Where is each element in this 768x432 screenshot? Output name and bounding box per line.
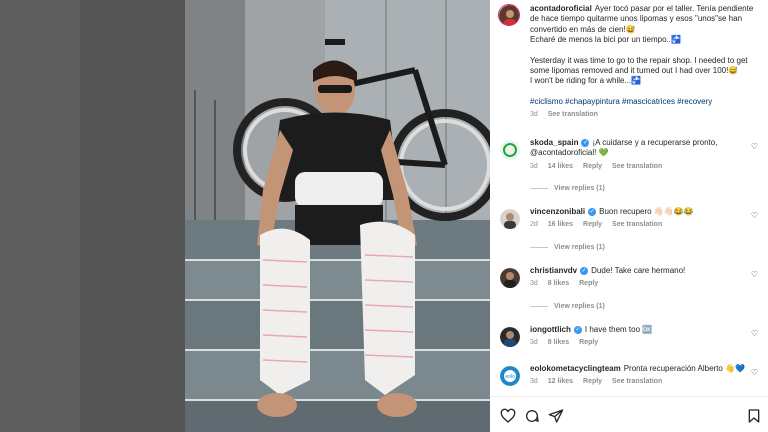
post-time: 3d [530,111,538,119]
backdrop-shadow [80,0,185,432]
replies-line [530,246,548,248]
verified-badge-icon: ✓ [580,266,589,275]
comment-likes[interactable]: 16 likes [548,221,573,228]
comment-likes[interactable]: 8 likes [548,339,569,346]
commenter-avatar[interactable] [500,209,520,229]
commenter-avatar[interactable]: eolo [500,366,520,386]
reply-button[interactable]: Reply [583,221,602,228]
comment-text: Buon recupero 👋🏻👋🏻😂😂 [599,207,694,216]
comment-text: I have them too 🆗 [584,325,653,334]
comment-username[interactable]: iongottlich [530,325,571,334]
see-translation-link[interactable]: See translation [548,111,598,118]
see-translation-link[interactable]: See translation [612,221,662,228]
comment-username[interactable]: vincenzonibali [530,207,585,216]
verified-badge-icon: ✓ [573,325,582,334]
caption-spanish-line2: Echaré de menos la bici por un tiempo..🚰 [530,35,681,45]
post-actions-bar [500,408,762,426]
comment-likes[interactable]: 12 likes [548,378,573,385]
share-icon[interactable] [548,408,564,424]
view-replies-button[interactable]: View replies (1) [530,303,605,310]
caption-english-line2: I won't be riding for a while...🚰 [530,76,642,86]
reply-button[interactable]: Reply [583,378,602,385]
view-replies-button[interactable]: View replies (1) [530,185,605,192]
verified-badge-icon: ✓ [581,138,590,147]
commenter-avatar[interactable] [500,268,520,288]
comment-username[interactable]: christianvdv [530,266,577,275]
see-translation-link[interactable]: See translation [612,163,662,170]
commenter-avatar[interactable] [500,327,520,347]
heart-icon[interactable] [500,408,516,424]
comment-time: 3d [530,280,538,288]
comment-likes[interactable]: 8 likes [548,280,569,287]
comment-heart-icon[interactable]: ♡ [751,368,758,377]
comment-time: 3d [530,339,538,347]
reply-button[interactable]: Reply [579,339,598,346]
view-replies-label: View replies (1) [554,185,605,192]
comment-likes[interactable]: 14 likes [548,163,573,170]
view-replies-label: View replies (1) [554,244,605,251]
author-username[interactable]: acontadoroficial [530,4,592,13]
reply-button[interactable]: Reply [583,163,602,170]
comment-username[interactable]: eolokometacyclingteam [530,364,621,373]
comment-heart-icon[interactable]: ♡ [751,211,758,220]
comments-panel: acontadoroficial Ayer tocó pasar por el t… [490,0,768,432]
commenter-avatar[interactable] [500,140,520,160]
verified-badge-icon: ✓ [588,207,597,216]
bookmark-icon[interactable] [746,408,762,424]
view-replies-label: View replies (1) [554,303,605,310]
caption-english: Yesterday it was time to go to the repai… [530,55,748,76]
photo-illustration [185,0,490,432]
view-replies-button[interactable]: View replies (1) [530,244,605,251]
comment-time: 3d [530,378,538,386]
see-translation-link[interactable]: See translation [612,378,662,385]
reply-button[interactable]: Reply [579,280,598,287]
comment-heart-icon[interactable]: ♡ [751,142,758,151]
actions-divider [490,396,768,397]
svg-text:eolo: eolo [505,374,515,380]
comment-heart-icon[interactable]: ♡ [751,329,758,338]
comment-icon[interactable] [524,408,540,424]
comment-username[interactable]: skoda_spain [530,138,578,147]
comment-text: Dude! Take care hermano! [591,266,686,275]
replies-line [530,187,548,189]
comment-heart-icon[interactable]: ♡ [751,270,758,279]
replies-line [530,305,548,307]
comment-text: Pronta recuperación Alberto 👋💙 [623,364,746,373]
comment-time: 3d [530,162,538,170]
author-avatar[interactable] [498,4,520,26]
caption-hashtags[interactable]: #ciclismo #chapaypintura #mascicatrices … [530,97,758,107]
post-photo[interactable] [185,0,490,432]
comment-time: 2d [530,221,538,229]
